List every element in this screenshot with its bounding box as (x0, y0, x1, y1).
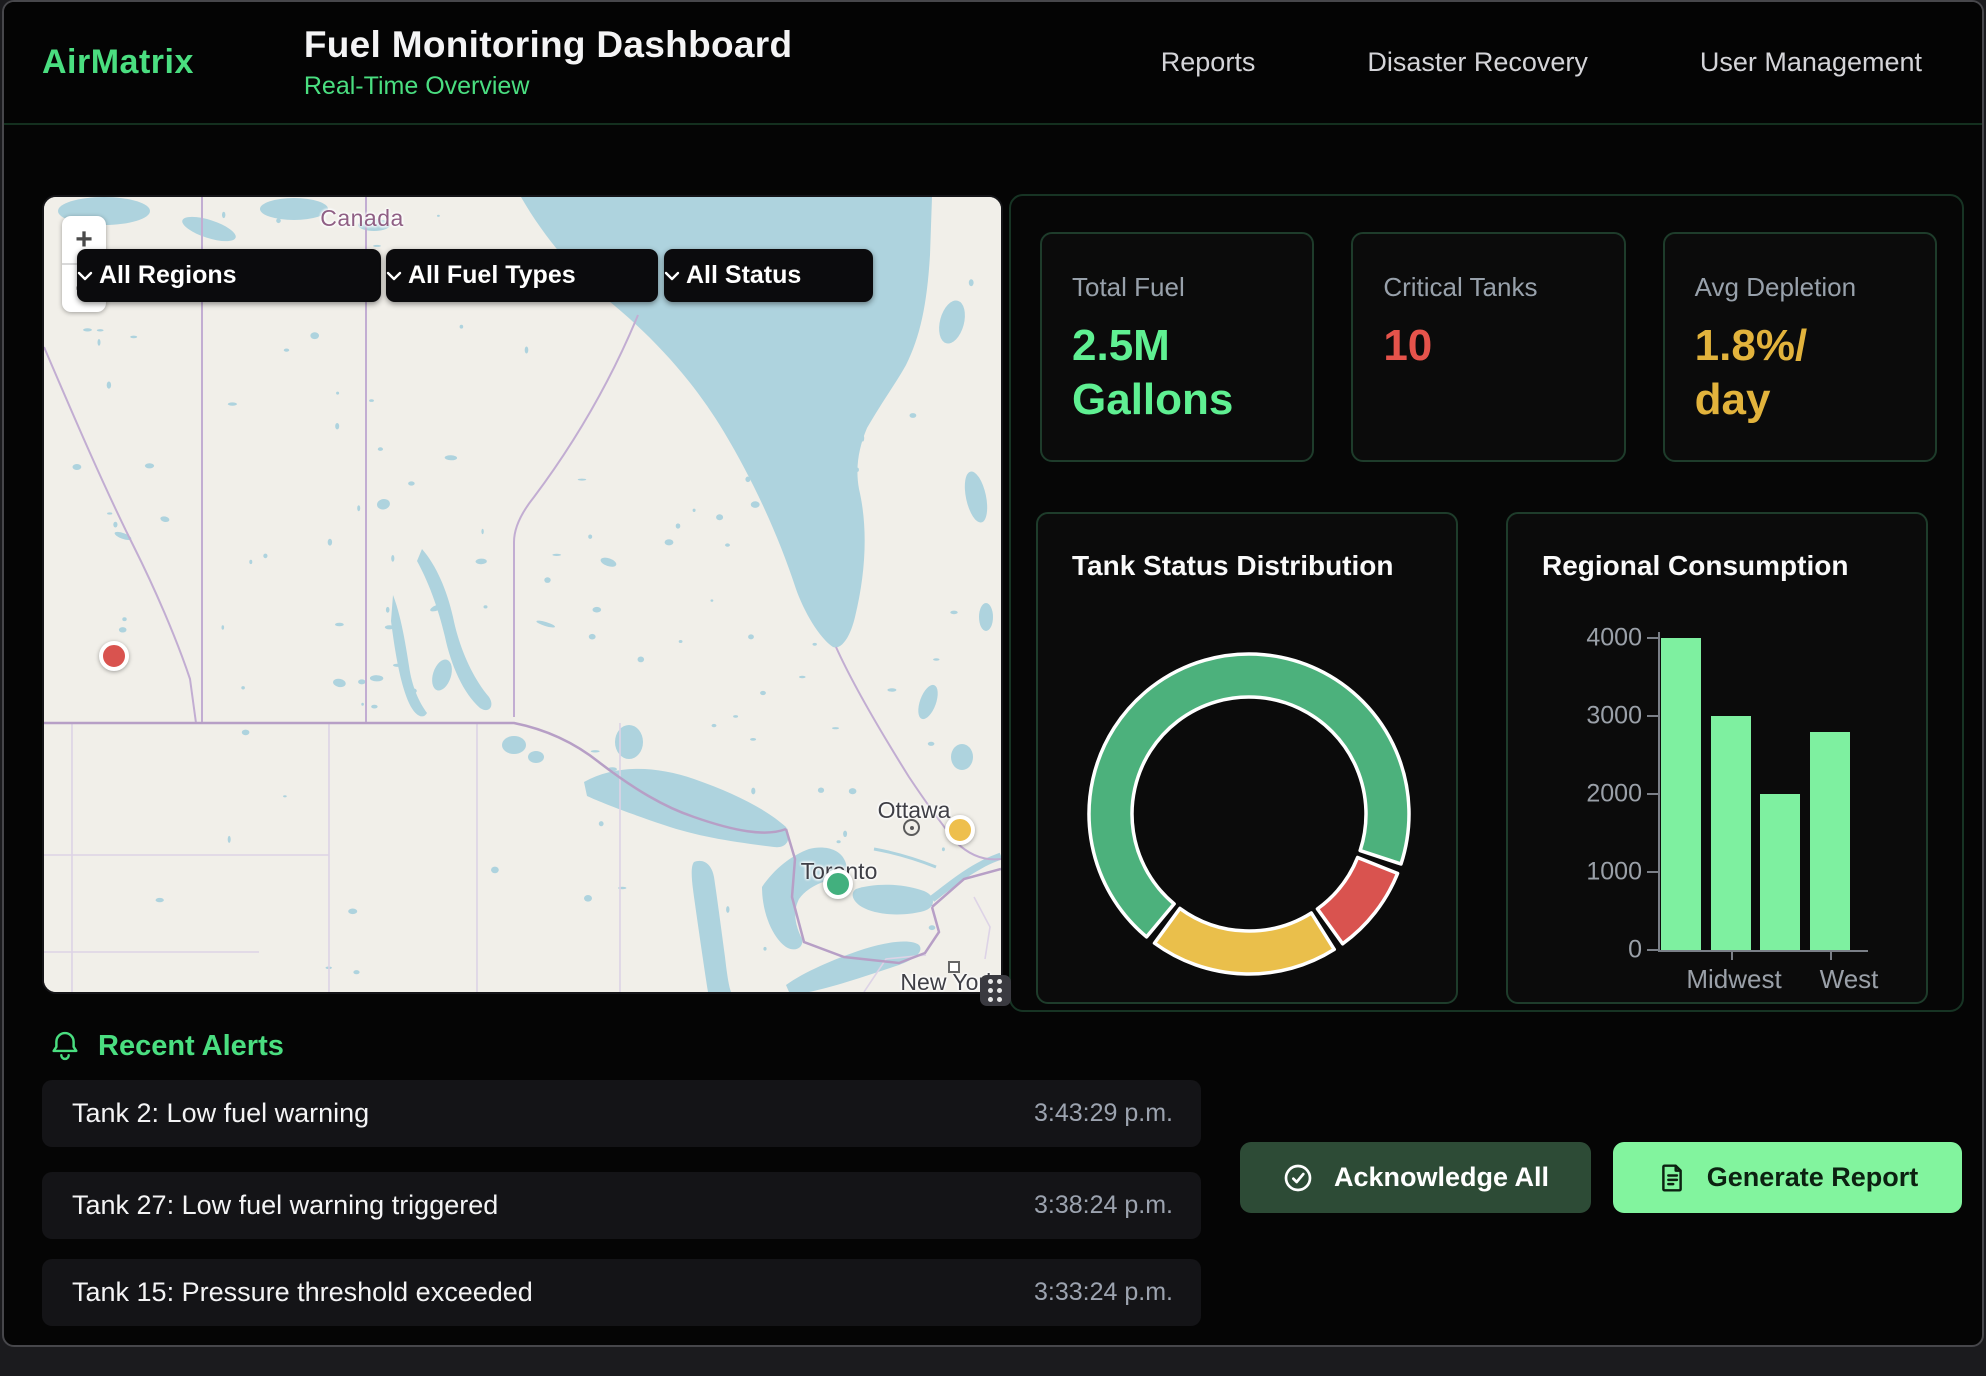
stats-panel: Total Fuel 2.5M Gallons Critical Tanks 10 Av… (1009, 194, 1964, 1012)
nav-item-disaster-recovery[interactable]: Disaster Recovery (1367, 47, 1588, 78)
alert-text: Tank 15: Pressure threshold exceeded (72, 1277, 533, 1308)
bar-region-2[interactable] (1760, 794, 1800, 950)
tank-status-title: Tank Status Distribution (1072, 550, 1394, 582)
acknowledge-all-label: Acknowledge All (1334, 1162, 1549, 1193)
y-tick-mark (1647, 793, 1658, 795)
y-tick-label: 4000 (1582, 624, 1642, 653)
tank-marker-2[interactable] (823, 869, 853, 899)
y-tick-label: 3000 (1582, 702, 1642, 731)
bar-region-0[interactable] (1661, 638, 1701, 950)
page-title: Fuel Monitoring Dashboard (304, 24, 792, 66)
kpi-label: Avg Depletion (1695, 272, 1905, 303)
generate-report-button[interactable]: Generate Report (1613, 1142, 1962, 1213)
alert-row-0: Tank 2: Low fuel warning 3:43:29 p.m. (42, 1080, 1201, 1147)
y-tick-mark (1647, 871, 1658, 873)
chevron-down-icon (386, 271, 402, 281)
kpi-label: Total Fuel (1072, 272, 1282, 303)
alert-text: Tank 27: Low fuel warning triggered (72, 1190, 498, 1221)
town-circle-icon (903, 819, 920, 836)
x-tick-label-midwest: Midwest (1686, 964, 1781, 995)
alert-timestamp: 3:43:29 p.m. (1034, 1099, 1173, 1128)
bell-icon (50, 1030, 80, 1062)
report-file-icon (1657, 1162, 1687, 1194)
map[interactable]: + − All RegionsAll Fuel TypesAll Status … (42, 195, 1003, 994)
filter-all-status[interactable]: All Status (664, 249, 873, 302)
chevron-down-icon (664, 271, 680, 281)
filter-value: All Status (686, 261, 801, 290)
y-tick-label: 1000 (1582, 858, 1642, 887)
map-label-canada: Canada (320, 205, 404, 232)
filter-value: All Regions (99, 261, 237, 290)
y-axis (1658, 632, 1660, 952)
map-drag-handle[interactable] (980, 975, 1011, 1006)
main-nav: Reports Disaster Recovery User Management (1161, 47, 1922, 78)
tank-marker-0[interactable] (99, 641, 129, 671)
recent-alerts-header: Recent Alerts (50, 1024, 284, 1068)
filter-all-regions[interactable]: All Regions (77, 249, 381, 302)
regional-consumption-card: Regional Consumption 01000200030004000Mi… (1506, 512, 1928, 1004)
alert-timestamp: 3:38:24 p.m. (1034, 1191, 1173, 1220)
screen: AirMatrix Fuel Monitoring Dashboard Real… (0, 0, 1986, 1376)
alert-row-2: Tank 15: Pressure threshold exceeded 3:33… (42, 1259, 1201, 1326)
y-tick-mark (1647, 949, 1658, 951)
x-tick-mark (1830, 952, 1832, 960)
kpi-card-total-fuel: Total Fuel 2.5M Gallons (1040, 232, 1314, 462)
nav-item-reports[interactable]: Reports (1161, 47, 1256, 78)
alert-row-1: Tank 27: Low fuel warning triggered 3:38:… (42, 1172, 1201, 1239)
town-square-icon (948, 961, 960, 973)
alert-timestamp: 3:33:24 p.m. (1034, 1278, 1173, 1307)
bar-west[interactable] (1810, 732, 1850, 950)
filter-value: All Fuel Types (408, 261, 576, 290)
kpi-label: Critical Tanks (1383, 272, 1593, 303)
filter-all-fuel-types[interactable]: All Fuel Types (386, 249, 658, 302)
header-titles: Fuel Monitoring Dashboard Real-Time Over… (304, 24, 792, 101)
bar-midwest[interactable] (1711, 716, 1751, 950)
y-tick-mark (1647, 715, 1658, 717)
app-header: AirMatrix Fuel Monitoring Dashboard Real… (4, 2, 1982, 125)
acknowledge-all-button[interactable]: Acknowledge All (1240, 1142, 1591, 1213)
app-window: AirMatrix Fuel Monitoring Dashboard Real… (2, 0, 1984, 1347)
kpi-value: 10 (1383, 319, 1593, 373)
x-axis (1658, 950, 1868, 952)
donut-segment-yellow[interactable] (1155, 908, 1335, 974)
x-tick-mark (1731, 952, 1733, 960)
app-logo: AirMatrix (42, 43, 194, 82)
nav-item-user-management[interactable]: User Management (1700, 47, 1922, 78)
kpi-value: 1.8%/ day (1695, 319, 1905, 426)
kpi-value: 2.5M Gallons (1072, 319, 1282, 426)
kpi-card-avg-depletion: Avg Depletion 1.8%/ day (1663, 232, 1937, 462)
check-circle-icon (1282, 1162, 1314, 1194)
kpi-row: Total Fuel 2.5M Gallons Critical Tanks 10 Av… (1040, 232, 1937, 462)
x-tick-label-west: West (1820, 964, 1879, 995)
y-tick-label: 0 (1582, 936, 1642, 965)
y-tick-mark (1647, 637, 1658, 639)
y-tick-label: 2000 (1582, 780, 1642, 809)
generate-report-label: Generate Report (1707, 1162, 1919, 1193)
tank-status-donut-chart[interactable] (1038, 514, 1460, 1006)
regional-consumption-bar-chart[interactable]: 0 1000 2000 3000 4000 Midwest West (1508, 514, 1926, 1002)
tank-status-card: Tank Status Distribution (1036, 512, 1458, 1004)
tank-marker-1[interactable] (945, 815, 975, 845)
page-subtitle: Real-Time Overview (304, 72, 792, 101)
alert-text: Tank 2: Low fuel warning (72, 1098, 369, 1129)
donut-segment-red[interactable] (1317, 857, 1397, 943)
kpi-card-critical-tanks: Critical Tanks 10 (1351, 232, 1625, 462)
chevron-down-icon (77, 271, 93, 281)
recent-alerts-heading: Recent Alerts (98, 1030, 284, 1063)
